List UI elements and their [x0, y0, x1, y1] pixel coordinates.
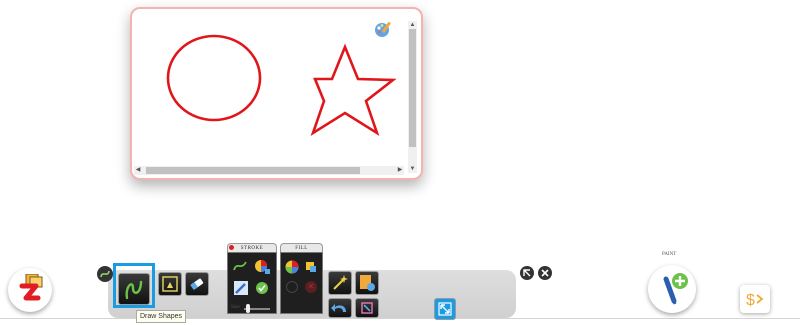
bottom-divider [0, 318, 800, 319]
stroke-style-icon[interactable] [232, 257, 250, 275]
stroke-tab-label: STROKE [240, 246, 264, 251]
tooltip-text: Draw Shapes [140, 313, 183, 320]
code-button[interactable]: $ [740, 285, 770, 313]
vertical-scroll-thumb[interactable] [409, 29, 416, 147]
paint-palette-icon[interactable] [374, 19, 394, 39]
eraser-button[interactable] [185, 272, 209, 296]
image-layer-button[interactable] [355, 271, 379, 295]
svg-text:$: $ [746, 292, 755, 309]
undo-icon [331, 304, 346, 312]
brush-icon[interactable] [232, 279, 250, 297]
code-icon: $ [746, 292, 764, 309]
fullscreen-button[interactable] [434, 298, 456, 320]
circle-shape [166, 34, 262, 122]
horizontal-scrollbar[interactable]: ◀ ▶ [134, 166, 404, 175]
star-shape [310, 43, 397, 137]
fill-tab[interactable]: FILL [280, 243, 323, 252]
stroke-active-dot [229, 245, 234, 250]
redo-button[interactable] [355, 298, 379, 318]
color-wheel-icon[interactable] [253, 257, 271, 275]
image-layer-icon [360, 275, 375, 291]
selected-tool-highlight [113, 263, 155, 308]
fill-panel: ✕ [280, 252, 323, 314]
undo-button[interactable] [328, 298, 352, 318]
logo-icon [19, 274, 43, 301]
fullscreen-icon [438, 302, 452, 316]
remove-fill-icon[interactable]: ✕ [305, 281, 317, 293]
stroke-panel: Size [227, 252, 277, 314]
scroll-right-icon[interactable]: ▶ [396, 166, 404, 175]
curve-tool-button[interactable] [97, 266, 113, 282]
fill-tab-label: FILL [295, 246, 308, 251]
eraser-icon [190, 278, 204, 290]
vertical-scrollbar[interactable]: ▲ ▼ [408, 21, 417, 173]
tooltip: Draw Shapes [136, 310, 187, 323]
no-fill-indicator[interactable] [286, 281, 298, 293]
add-paint-button[interactable] [648, 265, 696, 313]
scroll-left-icon[interactable]: ◀ [134, 166, 142, 175]
paint-label: PAINT [662, 252, 677, 257]
collapse-icon [523, 269, 531, 277]
size-label: Size [231, 305, 240, 310]
fill-color-wheel-icon[interactable] [284, 259, 300, 275]
horizontal-scroll-thumb[interactable] [146, 167, 360, 174]
magic-wand-icon [333, 275, 348, 290]
drawing-canvas[interactable]: ▲ ▼ ◀ ▶ [130, 7, 423, 180]
magic-wand-button[interactable] [328, 271, 352, 295]
close-button[interactable] [538, 266, 552, 280]
size-slider-thumb[interactable] [246, 304, 250, 313]
add-paint-icon [663, 273, 688, 305]
stroke-tab[interactable]: STROKE [227, 243, 277, 252]
fill-options-icon[interactable] [305, 261, 317, 273]
collapse-button[interactable] [520, 266, 534, 280]
scroll-down-icon[interactable]: ▼ [408, 165, 417, 173]
image-tool-button[interactable] [158, 272, 182, 296]
close-icon [541, 269, 549, 277]
app-logo-button[interactable] [8, 268, 52, 312]
scroll-up-icon[interactable]: ▲ [408, 21, 417, 29]
check-icon[interactable] [255, 281, 269, 295]
redo-icon [361, 302, 373, 314]
image-tool-icon [162, 276, 178, 292]
curve-tool-icon [100, 270, 110, 278]
